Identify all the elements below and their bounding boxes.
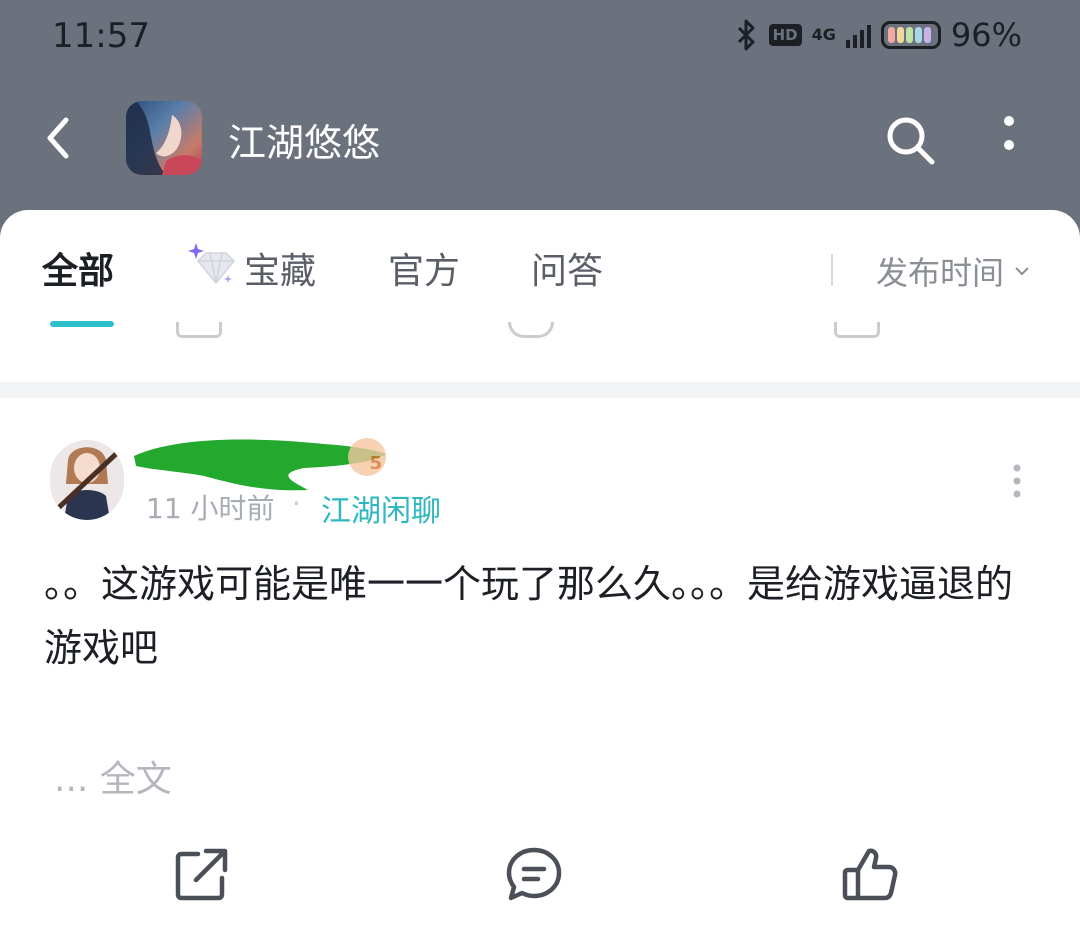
meta-separator: · xyxy=(292,487,301,520)
comment-button[interactable] xyxy=(506,846,562,902)
battery-icon xyxy=(880,21,941,49)
game-logo[interactable] xyxy=(126,101,202,175)
chevron-down-icon xyxy=(1015,267,1029,276)
level-badge: 5 xyxy=(348,438,386,476)
avatar[interactable] xyxy=(50,440,124,520)
like-button[interactable] xyxy=(842,846,898,902)
read-more-link[interactable]: ... 全文 xyxy=(54,750,172,802)
active-tab-indicator xyxy=(50,321,114,327)
post-category[interactable]: 江湖闲聊 xyxy=(321,486,441,530)
tab-treasure[interactable]: 宝藏 xyxy=(244,242,316,294)
previous-share-icon xyxy=(176,322,222,338)
post-body[interactable]: 。。这游戏可能是唯一一个玩了那么久。。。是给游戏逼退的游戏吧 xyxy=(44,552,1024,680)
more-options-button[interactable] xyxy=(994,112,1024,162)
sort-label: 发布时间 xyxy=(876,254,1005,292)
sort-divider xyxy=(831,254,833,286)
hd-badge: HD xyxy=(768,24,802,46)
post-more-button[interactable] xyxy=(1008,464,1026,498)
bluetooth-icon xyxy=(737,19,755,51)
previous-like-icon xyxy=(834,322,880,338)
gem-icon xyxy=(188,243,236,285)
sort-dropdown[interactable]: 发布时间 xyxy=(876,248,1030,294)
share-button[interactable] xyxy=(174,846,230,902)
search-button[interactable] xyxy=(882,112,938,168)
signal-icon xyxy=(845,22,871,48)
battery-percent: 96% xyxy=(950,16,1022,54)
page-title: 江湖悠悠 xyxy=(228,121,381,165)
top-header: 11:57 HD 4G 96% 江湖悠悠 xyxy=(0,0,1080,240)
back-button[interactable] xyxy=(36,110,86,166)
tab-qa[interactable]: 问答 xyxy=(531,242,603,294)
tab-official[interactable]: 官方 xyxy=(388,242,460,294)
tab-all[interactable]: 全部 xyxy=(42,242,114,294)
status-icons: HD 4G 96% xyxy=(735,16,1022,54)
status-time: 11:57 xyxy=(52,16,150,56)
network-type: 4G xyxy=(811,25,836,44)
section-divider xyxy=(0,382,1080,398)
post-time: 11 小时前 xyxy=(146,492,275,525)
